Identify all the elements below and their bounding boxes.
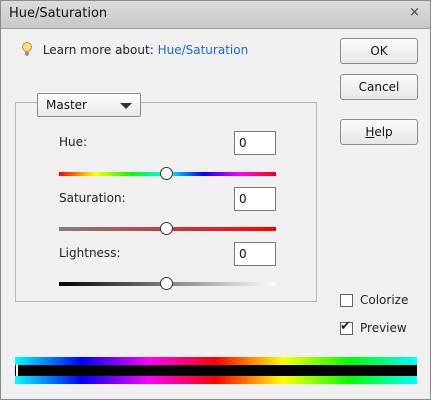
color-range-bar-middle	[15, 365, 417, 376]
chevron-down-icon	[120, 103, 132, 109]
lightness-slider-thumb[interactable]	[160, 277, 173, 290]
preview-checkbox[interactable]: ✔	[340, 319, 353, 335]
colorize-checkbox[interactable]	[340, 294, 353, 307]
lightbulb-icon	[21, 41, 33, 60]
channel-dropdown[interactable]: Master	[37, 93, 141, 117]
hue-label: Hue:	[59, 135, 88, 149]
checkmark-icon: ✔	[340, 319, 351, 334]
dialog-title: Hue/Saturation	[9, 6, 108, 21]
colorize-label[interactable]: Colorize	[360, 293, 408, 307]
hue-input[interactable]: 0	[234, 131, 276, 155]
lightness-input[interactable]: 0	[234, 242, 276, 266]
cancel-button[interactable]: Cancel	[340, 74, 418, 100]
color-range-marker	[16, 364, 18, 376]
learn-more-link[interactable]: Hue/Saturation	[158, 43, 249, 57]
color-range-bar-top	[15, 357, 417, 365]
preview-label[interactable]: Preview	[360, 321, 407, 335]
lightness-label: Lightness:	[59, 246, 121, 260]
saturation-label: Saturation:	[59, 191, 126, 205]
learn-more-text: Learn more about:	[42, 43, 154, 57]
ok-button[interactable]: OK	[340, 38, 418, 64]
hue-saturation-dialog: Hue/Saturation × Learn more about: Hue/S…	[0, 0, 431, 400]
color-range-bar-bottom	[15, 376, 417, 384]
help-button[interactable]: Help	[340, 119, 418, 145]
hue-slider-thumb[interactable]	[160, 167, 173, 180]
channel-dropdown-value: Master	[46, 98, 87, 112]
saturation-input[interactable]: 0	[234, 187, 276, 211]
learn-more-row: Learn more about: Hue/Saturation	[21, 41, 248, 60]
title-bar[interactable]: Hue/Saturation ×	[1, 1, 430, 29]
close-icon[interactable]: ×	[409, 5, 420, 20]
saturation-slider-thumb[interactable]	[160, 222, 173, 235]
